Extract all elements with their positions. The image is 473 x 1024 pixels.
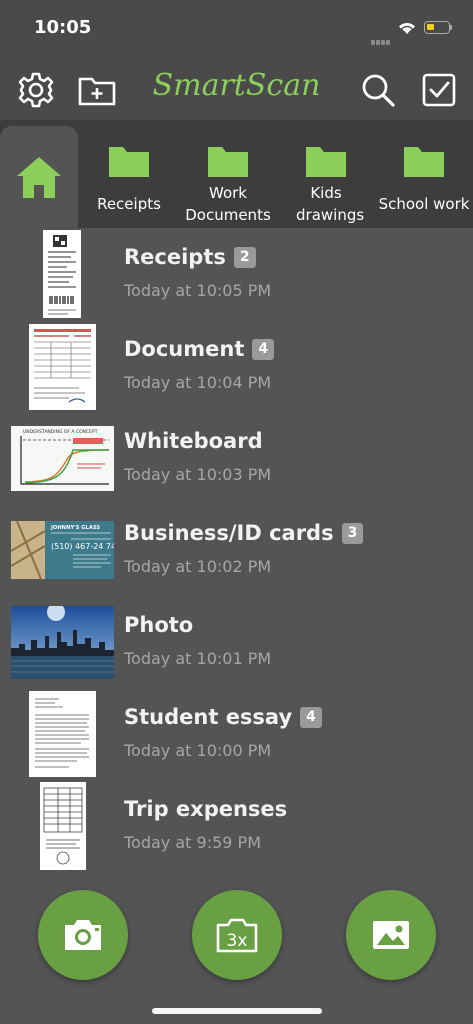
camera-button[interactable]	[38, 890, 128, 980]
svg-text:JOHNNY'S GLASS: JOHNNY'S GLASS	[50, 525, 100, 531]
list-item[interactable]: Photo Today at 10:01 PM	[0, 596, 473, 688]
folder-receipts[interactable]: Receipts	[79, 144, 179, 215]
folder-icon	[109, 147, 149, 177]
app-logo: SmartScan	[152, 68, 321, 103]
status-bar: 10:05	[0, 0, 473, 58]
folder-icon	[208, 147, 248, 177]
photo-thumbnail	[11, 606, 114, 679]
gallery-button[interactable]	[346, 890, 436, 980]
receipt-thumbnail	[43, 230, 81, 318]
status-time: 10:05	[34, 17, 92, 38]
document-time: Today at 9:59 PM	[124, 833, 261, 852]
document-title: Student essay 4	[124, 705, 322, 729]
document-time: Today at 10:00 PM	[124, 741, 272, 760]
business-card-thumbnail: JOHNNY'S GLASS (510) 467-24 74	[10, 520, 116, 580]
document-title: Whiteboard	[124, 429, 263, 453]
top-app-bar: SmartScan	[0, 58, 473, 120]
svg-text:(510) 467-24 74: (510) 467-24 74	[51, 542, 114, 551]
folder-label: Kids drawings	[296, 184, 365, 224]
list-item[interactable]: Document 4 Today at 10:04 PM	[0, 320, 473, 412]
folder-school-work[interactable]: School work	[374, 144, 473, 215]
document-time: Today at 10:03 PM	[124, 465, 272, 484]
folder-icon	[306, 147, 346, 177]
list-item[interactable]: Trip expenses Today at 9:59 PM	[0, 780, 473, 872]
document-time: Today at 10:05 PM	[124, 281, 272, 300]
checkbox-icon[interactable]	[419, 70, 459, 110]
wifi-icon	[398, 20, 416, 39]
folder-icon	[404, 147, 444, 177]
list-item[interactable]: Receipts 2 Today at 10:05 PM	[0, 228, 473, 320]
list-item[interactable]: Student essay 4 Today at 10:00 PM	[0, 688, 473, 780]
battery-icon	[424, 21, 452, 34]
folder-plus-icon[interactable]	[77, 70, 117, 110]
folder-label: Work Documents	[185, 184, 271, 224]
whiteboard-thumbnail: UNDERSTANDING OF A CONCEPT	[11, 426, 114, 491]
document-time: Today at 10:02 PM	[124, 557, 272, 576]
document-time: Today at 10:04 PM	[124, 373, 272, 392]
home-icon	[17, 157, 61, 198]
home-indicator	[152, 1008, 322, 1014]
document-title: Receipts 2	[124, 245, 256, 269]
folder-label: School work	[378, 195, 470, 213]
batch-camera-button[interactable]: 3x	[192, 890, 282, 980]
page-count-badge: 4	[300, 707, 322, 728]
folder-bar: Receipts Work Documents Kids drawings Sc…	[0, 120, 473, 228]
list-item[interactable]: JOHNNY'S GLASS (510) 467-24 74 Business/…	[0, 504, 473, 596]
folder-work-documents[interactable]: Work Documents	[178, 144, 278, 226]
tab-home[interactable]	[0, 126, 78, 228]
document-title: Business/ID cards 3	[124, 521, 364, 545]
image-icon	[373, 921, 409, 949]
document-title: Trip expenses	[124, 797, 288, 821]
document-thumbnail	[29, 324, 96, 410]
document-time: Today at 10:01 PM	[124, 649, 272, 668]
essay-thumbnail	[29, 691, 96, 777]
search-icon[interactable]	[358, 70, 398, 110]
page-count-badge: 3	[341, 523, 364, 544]
svg-text:UNDERSTANDING OF A CONCEPT: UNDERSTANDING OF A CONCEPT	[23, 429, 98, 435]
svg-text:3x: 3x	[227, 931, 248, 951]
folder-kids-drawings[interactable]: Kids drawings	[276, 144, 376, 226]
page-count-badge: 4	[252, 339, 275, 360]
page-count-badge: 2	[233, 247, 256, 268]
cellular-signal-icon	[371, 30, 391, 49]
list-item[interactable]: UNDERSTANDING OF A CONCEPT Whiteboard To…	[0, 412, 473, 504]
expenses-thumbnail	[40, 782, 86, 870]
camera-icon	[65, 920, 101, 950]
gear-icon[interactable]	[16, 70, 56, 110]
document-title: Photo	[124, 613, 194, 637]
folder-label: Receipts	[97, 195, 161, 213]
camera-3x-icon: 3x	[216, 918, 258, 953]
document-title: Document 4	[124, 337, 275, 361]
